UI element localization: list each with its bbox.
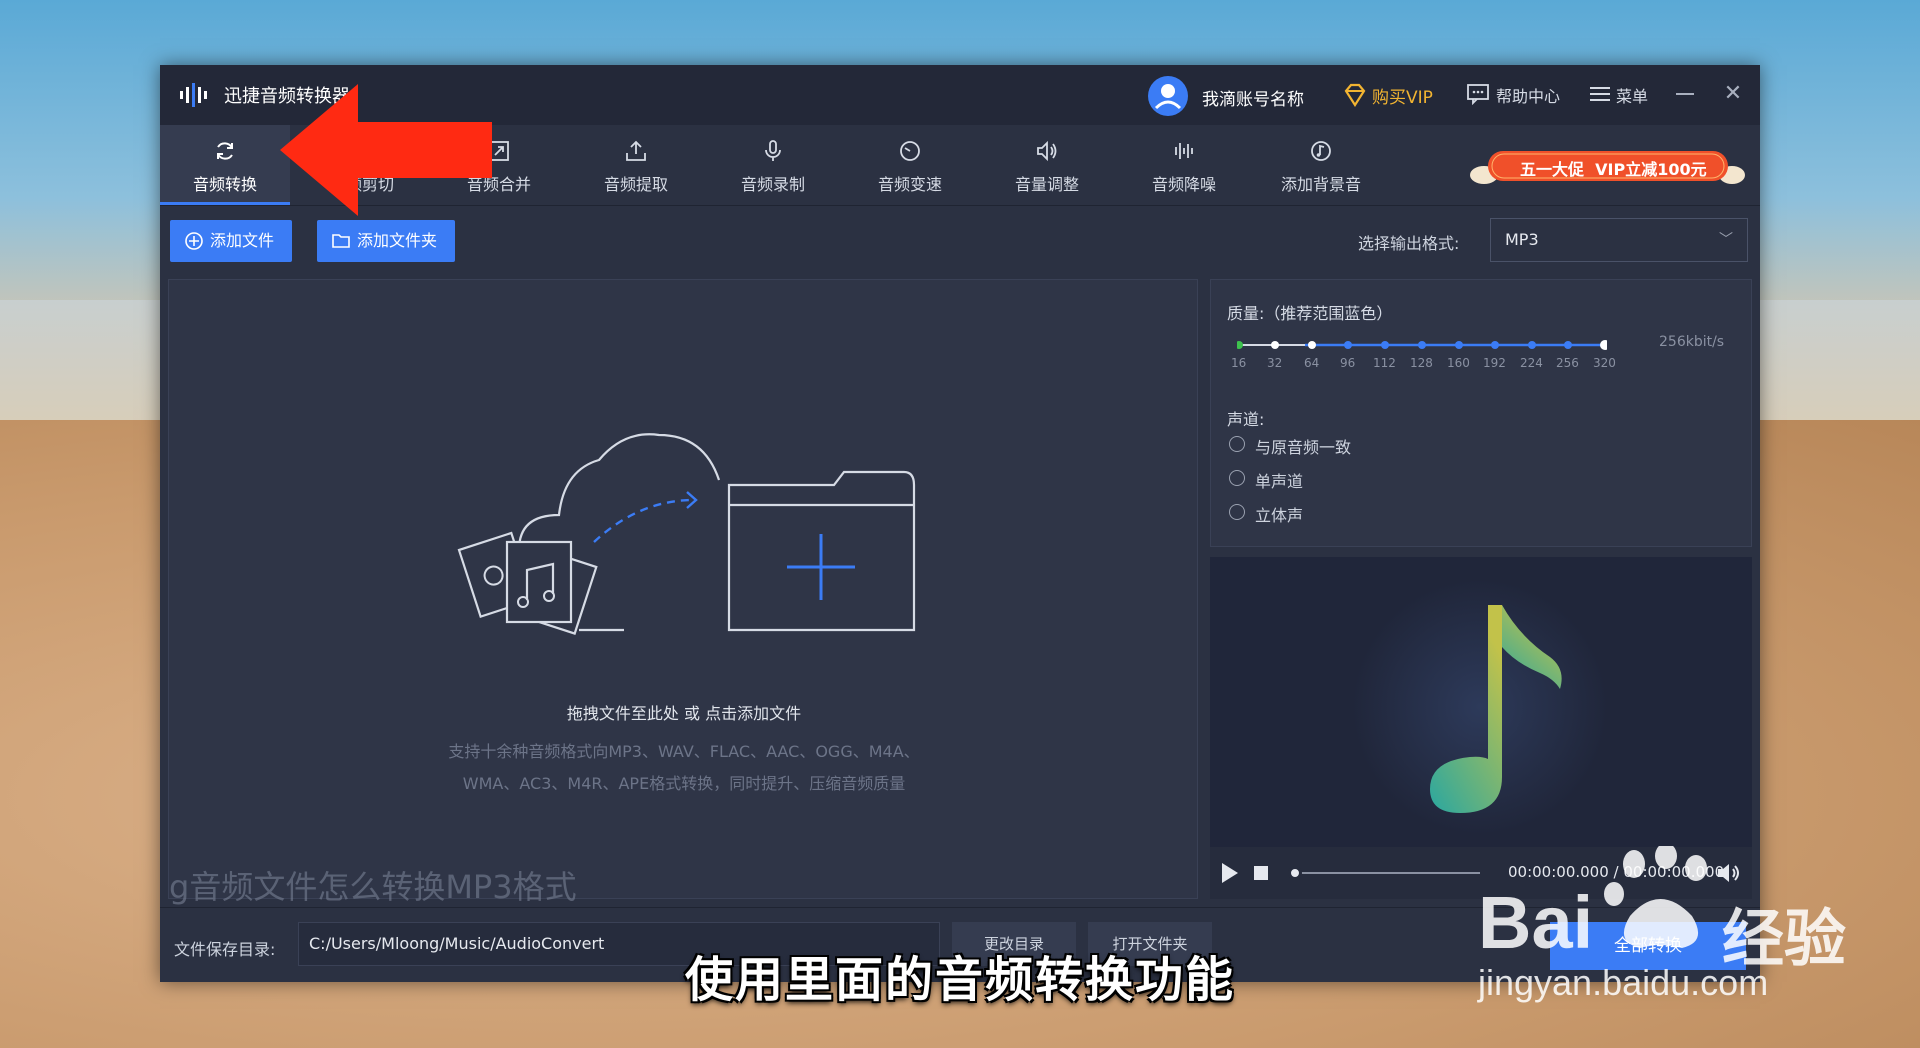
tab-noise-reduce[interactable]: 音频降噪 — [1119, 125, 1249, 205]
channel-option-label: 立体声 — [1255, 506, 1304, 525]
channel-label: 声道: — [1227, 410, 1265, 429]
file-drop-zone[interactable]: 拖拽文件至此处 或 点击添加文件 支持十余种音频格式向MP3、WAV、FLAC、… — [168, 279, 1198, 906]
tab-audio-speed[interactable]: 音频变速 — [845, 125, 975, 205]
chevron-down-icon: ﹀ — [1719, 232, 1733, 248]
tab-audio-convert[interactable]: 音频转换 — [160, 125, 290, 205]
tab-label: 音量调整 — [1014, 175, 1079, 194]
red-arrow-annotation-icon — [280, 84, 492, 216]
drop-zone-desc-line2: WMA、AC3、M4R、APE格式转换，同时提升、压缩音频质量 — [462, 774, 906, 793]
stop-icon[interactable] — [1254, 866, 1268, 880]
channel-option-label: 与原音频一致 — [1255, 438, 1352, 457]
bitrate-tick: 224 — [1520, 356, 1543, 370]
radio-icon — [1229, 436, 1245, 452]
channel-option-mono[interactable]: 单声道 — [1229, 466, 1429, 491]
output-format-label: 选择输出格式: — [1358, 234, 1460, 253]
channel-option-label: 单声道 — [1255, 472, 1304, 491]
channel-option-stereo[interactable]: 立体声 — [1229, 500, 1429, 525]
tab-add-background-music[interactable]: 添加背景音 — [1256, 125, 1386, 205]
baidu-paw-icon — [1604, 846, 1707, 948]
bitrate-value: 256kbit/s — [1659, 334, 1725, 350]
buy-vip-link[interactable]: 购买VIP — [1372, 83, 1433, 108]
add-folder-button[interactable]: 添加文件夹 — [317, 220, 456, 262]
upload-icon — [626, 140, 646, 161]
folder-icon — [332, 234, 350, 248]
minimize-icon[interactable] — [1676, 93, 1694, 95]
bitrate-tick: 160 — [1447, 356, 1470, 370]
microphone-icon — [765, 140, 781, 161]
close-icon[interactable]: ✕ — [1720, 81, 1746, 107]
quality-label: 质量:（推荐范围蓝色） — [1227, 304, 1393, 323]
volume-icon — [1037, 140, 1057, 162]
app-logo-icon — [180, 83, 207, 107]
baidu-brand-text: Bai — [1478, 881, 1594, 964]
chat-icon — [1467, 84, 1489, 105]
seek-bar[interactable] — [1290, 872, 1480, 874]
user-avatar-icon[interactable] — [1148, 76, 1188, 116]
music-add-icon — [1311, 141, 1331, 161]
output-format-value: MP3 — [1505, 230, 1539, 249]
tab-audio-extract[interactable]: 音频提取 — [571, 125, 701, 205]
drop-zone-title: 拖拽文件至此处 或 点击添加文件 — [566, 704, 802, 723]
tab-label: 添加背景音 — [1280, 175, 1361, 194]
play-icon[interactable] — [1222, 863, 1238, 883]
tab-label: 音频提取 — [603, 175, 668, 194]
add-file-button[interactable]: 添加文件 — [170, 220, 293, 262]
bitrate-tick: 192 — [1483, 356, 1506, 370]
plus-circle-icon — [185, 232, 203, 250]
tab-label: 音频变速 — [877, 175, 942, 194]
settings-panel: 质量:（推荐范围蓝色） 16 32 64 96 112 128 160 192 — [1210, 279, 1752, 547]
cloud-upload-illustration-icon — [457, 433, 916, 635]
channel-option-original[interactable]: 与原音频一致 — [1229, 432, 1429, 457]
menu-button[interactable]: 菜单 — [1616, 83, 1648, 107]
add-folder-label: 添加文件夹 — [357, 231, 438, 250]
bitrate-tick: 320 — [1593, 356, 1616, 370]
promo-banner[interactable]: 五一大促 VIP立减100元 — [1470, 145, 1745, 187]
bitrate-tick: 96 — [1340, 356, 1356, 370]
seek-handle[interactable] — [1288, 866, 1302, 880]
radio-icon — [1229, 504, 1245, 520]
bitrate-tick: 112 — [1373, 356, 1396, 370]
noise-icon — [1175, 143, 1193, 159]
music-note-icon — [1352, 579, 1608, 835]
bitrate-tick: 16 — [1231, 356, 1247, 370]
tab-label: 音频降噪 — [1151, 175, 1216, 194]
output-format-select[interactable]: MP3 ﹀ — [1490, 218, 1748, 262]
bitrate-tick: 256 — [1556, 356, 1579, 370]
account-name[interactable]: 我滴账号名称 — [1202, 85, 1304, 110]
promo-text: 五一大促 VIP立减100元 — [1520, 160, 1707, 179]
add-file-label: 添加文件 — [210, 231, 275, 250]
tab-label: 音频录制 — [740, 175, 805, 194]
hamburger-icon — [1590, 87, 1610, 101]
refresh-icon — [217, 142, 233, 160]
bitrate-tick: 32 — [1267, 356, 1283, 370]
tab-label: 音频转换 — [192, 175, 257, 194]
radio-icon — [1229, 470, 1245, 486]
tab-volume-adjust[interactable]: 音量调整 — [982, 125, 1112, 205]
video-title-watermark: g音频文件怎么转换MP3格式 — [169, 868, 577, 906]
baidu-url-text: jingyan.baidu.com — [1478, 962, 1769, 1003]
speed-icon — [900, 141, 920, 161]
drop-zone-desc-line1: 支持十余种音频格式向MP3、WAV、FLAC、AAC、OGG、M4A、 — [448, 742, 920, 761]
vip-diamond-icon — [1344, 83, 1366, 107]
help-center-link[interactable]: 帮助中心 — [1496, 83, 1560, 107]
tab-audio-record[interactable]: 音频录制 — [708, 125, 838, 205]
bitrate-tick: 128 — [1410, 356, 1433, 370]
bitrate-tick: 64 — [1304, 356, 1320, 370]
bitrate-ticks: 16 32 64 96 112 128 160 192 224 256 320 — [1227, 356, 1627, 374]
